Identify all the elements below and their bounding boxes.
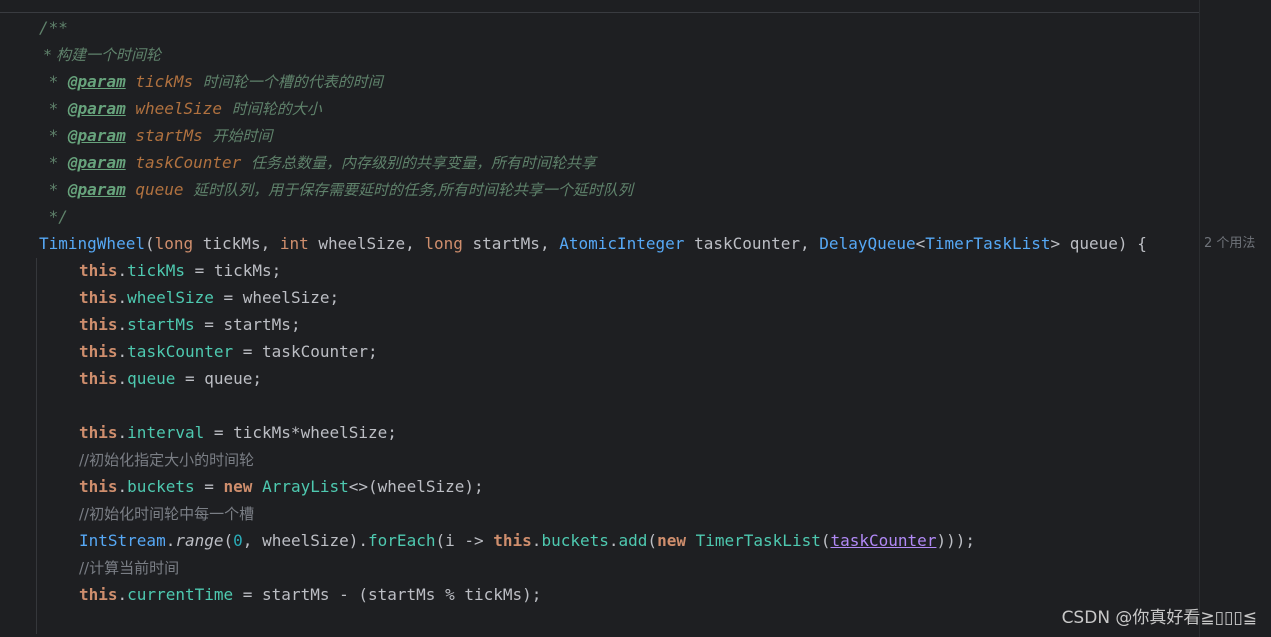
editor-top-border: [0, 12, 1199, 13]
code-line-comment: //初始化时间轮中每一个槽: [79, 505, 255, 523]
code-line-doc-summary: * 构建一个时间轮: [39, 46, 162, 64]
code-editor[interactable]: /** * 构建一个时间轮 * @param tickMs 时间轮一个槽的代表的…: [0, 0, 1271, 637]
code-line-doc-param: * @param tickMs 时间轮一个槽的代表的时间: [39, 72, 383, 91]
code-line-doc-param: * @param startMs 开始时间: [39, 126, 273, 145]
code-line-doc-param: * @param taskCounter 任务总数量，内存级别的共享变量，所有时…: [39, 153, 596, 172]
inlay-gutter: [1199, 0, 1200, 637]
code-line-doc-param: * @param wheelSize 时间轮的大小: [39, 99, 322, 118]
code-line-assign-startms: this.startMs = startMs;: [79, 315, 301, 334]
indent-guide: [36, 258, 37, 634]
csdn-watermark: CSDN @你真好看≧▯▯▯≦: [1061, 608, 1257, 628]
task-counter-reference-link[interactable]: taskCounter: [830, 531, 936, 550]
code-line-doc-close: */: [39, 207, 68, 226]
code-line-comment: //初始化指定大小的时间轮: [79, 451, 255, 469]
code-line-assign-wheelsize: this.wheelSize = wheelSize;: [79, 288, 340, 307]
code-line-constructor-signature: TimingWheel(long tickMs, int wheelSize, …: [39, 234, 1147, 253]
code-line-assign-interval: this.interval = tickMs*wheelSize;: [79, 423, 397, 442]
code-line-comment: //计算当前时间: [79, 559, 180, 577]
code-line-intstream-foreach: IntStream.range(0, wheelSize).forEach(i …: [79, 531, 975, 550]
code-line-assign-queue: this.queue = queue;: [79, 369, 263, 388]
code-line-assign-currenttime: this.currentTime = startMs - (startMs % …: [79, 585, 542, 604]
usages-inlay-hint[interactable]: 2 个用法: [1204, 230, 1255, 257]
code-line-doc-param: * @param queue 延时队列，用于保存需要延时的任务,所有时间轮共享一…: [39, 180, 633, 199]
code-line-assign-buckets: this.buckets = new ArrayList<>(wheelSize…: [79, 477, 484, 496]
code-line-assign-tickms: this.tickMs = tickMs;: [79, 261, 282, 280]
code-line-doc-open: /**: [39, 18, 68, 37]
code-line-assign-taskcounter: this.taskCounter = taskCounter;: [79, 342, 378, 361]
